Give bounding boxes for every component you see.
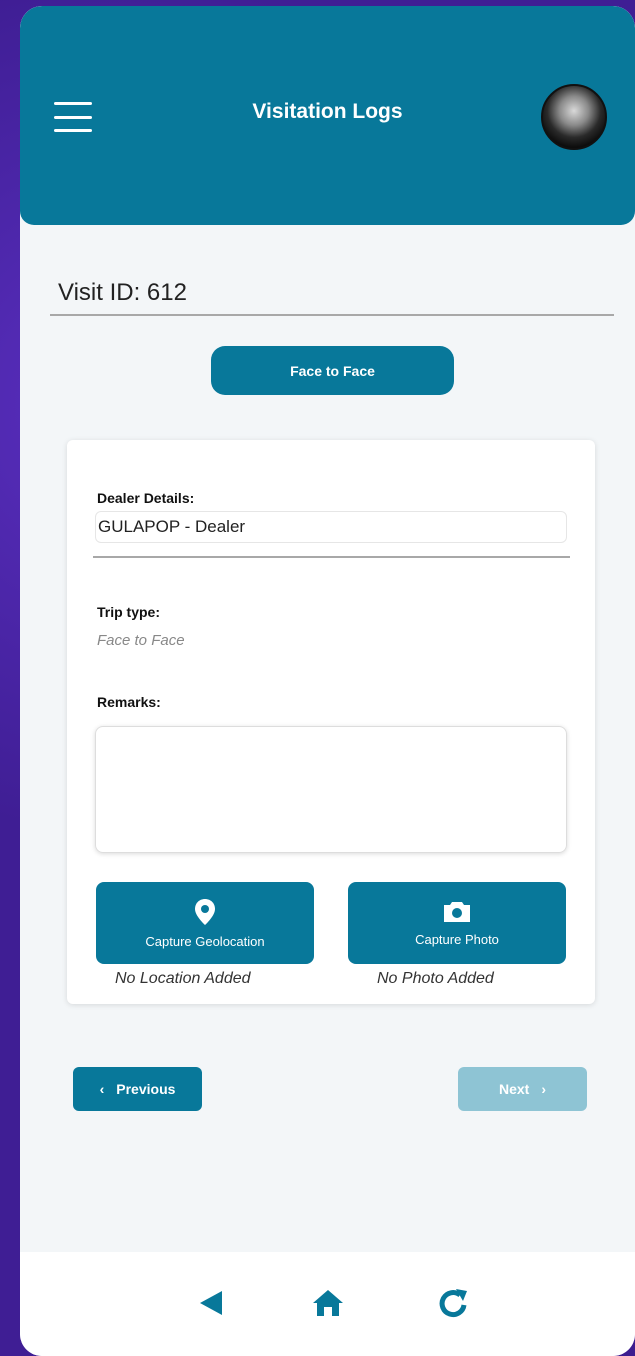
app-header: Visitation Logs [20, 6, 635, 225]
visit-id: Visit ID: 612 [58, 279, 187, 306]
next-button[interactable]: Next › [458, 1067, 587, 1111]
home-icon[interactable] [311, 1288, 345, 1318]
visit-details-card: Dealer Details: GULAPOP - Dealer Trip ty… [67, 440, 595, 1004]
back-triangle-icon[interactable] [196, 1288, 226, 1318]
app-screen: Visitation Logs Visit ID: 612 Face to Fa… [20, 6, 635, 1356]
geolocation-status: No Location Added [115, 970, 251, 987]
remarks-label: Remarks: [97, 694, 161, 710]
dealer-details-label: Dealer Details: [97, 490, 195, 506]
trip-type-button[interactable]: Face to Face [211, 346, 454, 395]
map-pin-icon [195, 898, 215, 925]
trip-type-label: Trip type: [97, 604, 161, 620]
capture-photo-button[interactable]: Capture Photo [348, 882, 566, 964]
camera-icon [444, 901, 470, 922]
chevron-left-icon: ‹ [99, 1081, 105, 1097]
divider [50, 314, 614, 316]
previous-button[interactable]: ‹ Previous [73, 1067, 202, 1111]
previous-label: Previous [116, 1081, 176, 1097]
chevron-right-icon: › [541, 1081, 547, 1097]
bottom-navigation [20, 1252, 635, 1356]
remarks-textarea[interactable] [95, 726, 567, 853]
trip-type-value: Face to Face [97, 632, 185, 649]
dealer-field[interactable]: GULAPOP - Dealer [95, 511, 567, 543]
capture-photo-label: Capture Photo [415, 931, 499, 947]
refresh-icon[interactable] [438, 1288, 468, 1318]
photo-status: No Photo Added [377, 970, 494, 987]
capture-geolocation-label: Capture Geolocation [145, 933, 265, 949]
capture-geolocation-button[interactable]: Capture Geolocation [96, 882, 314, 964]
next-label: Next [498, 1081, 530, 1097]
divider [93, 556, 570, 558]
avatar[interactable] [541, 84, 607, 150]
